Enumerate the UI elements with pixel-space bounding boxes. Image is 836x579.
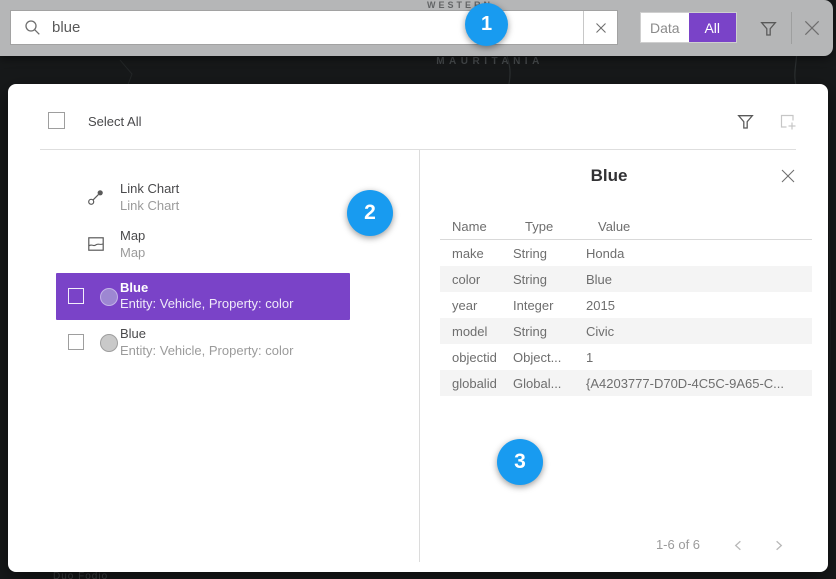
search-clear-button[interactable] (583, 11, 617, 44)
cell-value: Civic (586, 324, 812, 339)
list-item-blue[interactable]: Blue Entity: Vehicle, Property: color (56, 324, 350, 366)
callout-badge-2: 2 (347, 190, 393, 236)
cell-type: String (513, 246, 586, 261)
list-item-map[interactable]: Map Map (56, 226, 350, 268)
select-all-label: Select All (88, 114, 141, 129)
column-header-name: Name (452, 219, 487, 234)
column-header-value: Value (598, 219, 630, 234)
detail-close-button[interactable] (778, 166, 798, 186)
cell-type: Global... (513, 376, 586, 391)
close-search-button[interactable] (801, 17, 823, 39)
item-subtitle: Link Chart (120, 198, 179, 213)
entity-circle-icon (100, 334, 118, 352)
list-item-blue-selected[interactable]: Blue Entity: Vehicle, Property: color (56, 273, 350, 320)
cell-type: String (513, 272, 586, 287)
cell-value: Honda (586, 246, 812, 261)
results-panel: Select All Link Chart Link Chart (8, 84, 828, 572)
close-icon (802, 18, 822, 38)
pagination-label: 1-6 of 6 (618, 537, 738, 552)
chevron-left-icon (731, 538, 746, 553)
cell-value: {A4203777-D70D-4C5C-9A65-C... (586, 376, 812, 391)
search-field[interactable] (10, 10, 618, 45)
attribute-table: make String Honda color String Blue year… (440, 240, 812, 396)
search-icon (24, 19, 41, 36)
item-checkbox[interactable] (68, 288, 84, 304)
list-item-link-chart[interactable]: Link Chart Link Chart (56, 179, 350, 221)
item-title: Map (120, 228, 145, 243)
detail-title: Blue (419, 166, 799, 186)
callout-badge-3: 3 (497, 439, 543, 485)
detail-panel-divider (419, 150, 420, 562)
table-row: objectid Object... 1 (440, 344, 812, 370)
next-page-button[interactable] (769, 536, 787, 554)
map-label-place: Duo Fodio (53, 571, 108, 579)
callout-badge-1: 1 (465, 3, 508, 46)
item-checkbox[interactable] (68, 334, 84, 350)
cell-value: Blue (586, 272, 812, 287)
cell-name: model (440, 324, 513, 339)
add-selection-icon (778, 112, 797, 131)
cell-name: year (440, 298, 513, 313)
map-label-mauritania: MAURITANIA (410, 56, 570, 67)
cell-type: String (513, 324, 586, 339)
cell-name: objectid (440, 350, 513, 365)
table-row: globalid Global... {A4203777-D70D-4C5C-9… (440, 370, 812, 396)
panel-filter-button[interactable] (736, 112, 755, 131)
cell-name: make (440, 246, 513, 261)
scope-option-data[interactable]: Data (641, 13, 689, 42)
cell-name: color (440, 272, 513, 287)
filter-icon (736, 112, 755, 131)
link-chart-icon (87, 188, 105, 206)
item-subtitle: Map (120, 245, 145, 260)
page: { "topbar": { "search": { "value": "blue… (0, 0, 836, 579)
filter-button[interactable] (757, 17, 779, 39)
map-icon (87, 235, 105, 253)
item-subtitle: Entity: Vehicle, Property: color (120, 296, 293, 311)
scope-toggle: Data All (640, 12, 737, 43)
select-all-checkbox[interactable] (48, 112, 65, 129)
search-toolbar: Data All (0, 0, 833, 56)
table-row: model String Civic (440, 318, 812, 344)
column-header-type: Type (525, 219, 553, 234)
header-divider (40, 149, 796, 150)
cell-value: 2015 (586, 298, 812, 313)
cell-type: Object... (513, 350, 586, 365)
item-title: Link Chart (120, 181, 179, 196)
prev-page-button[interactable] (729, 536, 747, 554)
item-title: Blue (120, 326, 146, 341)
cell-type: Integer (513, 298, 586, 313)
add-selection-button[interactable] (778, 112, 797, 131)
table-row: color String Blue (440, 266, 812, 292)
entity-circle-icon (100, 288, 118, 306)
toolbar-divider (791, 12, 792, 44)
filter-icon (759, 19, 778, 38)
cell-name: globalid (440, 376, 513, 391)
cell-value: 1 (586, 350, 812, 365)
clear-x-icon (594, 21, 608, 35)
table-row: make String Honda (440, 240, 812, 266)
item-title: Blue (120, 280, 148, 295)
close-icon (779, 167, 797, 185)
item-subtitle: Entity: Vehicle, Property: color (120, 343, 293, 358)
scope-option-all[interactable]: All (689, 13, 737, 42)
chevron-right-icon (771, 538, 786, 553)
table-row: year Integer 2015 (440, 292, 812, 318)
